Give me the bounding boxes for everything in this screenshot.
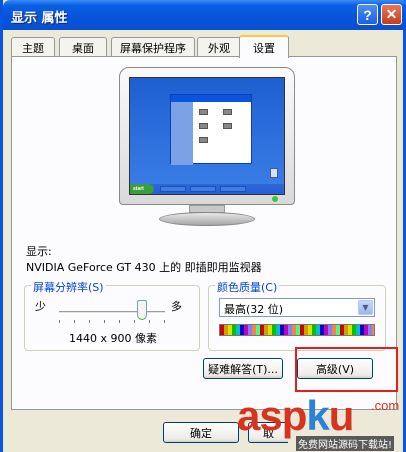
tab-screensaver[interactable]: 屏幕保护程序 xyxy=(111,37,195,57)
preview-start-button: start xyxy=(130,184,154,194)
preview-task xyxy=(220,186,246,192)
preview-window-sidebar xyxy=(171,102,193,165)
slider-tick xyxy=(134,320,135,323)
slider-tick xyxy=(119,320,120,323)
monitor-preview: start xyxy=(119,67,295,227)
tab-settings[interactable]: 设置 xyxy=(239,35,289,58)
preview-taskbar: start xyxy=(130,184,284,194)
power-led-icon xyxy=(272,196,278,202)
drive-icon xyxy=(199,109,208,115)
display-device-name: NVIDIA GeForce GT 430 上的 即插即用监视器 xyxy=(26,261,262,274)
drive-icon xyxy=(199,123,208,129)
troubleshoot-button[interactable]: 疑难解答(T)... xyxy=(203,358,283,379)
resolution-title: 屏幕分辨率(S) xyxy=(31,279,106,295)
ok-button[interactable]: 确定 xyxy=(163,422,239,443)
watermark-asp: asp xyxy=(237,392,307,439)
display-properties-window: 显示 属性 ? ✕ 主题 桌面 屏幕保护程序 外观 设置 start 显示: N… xyxy=(0,0,406,452)
help-button[interactable]: ? xyxy=(357,4,378,25)
recycle-bin-icon xyxy=(270,168,278,178)
title-bar[interactable]: 显示 属性 ? ✕ xyxy=(3,0,406,30)
watermark-subtitle: 免费网站源码下载站! xyxy=(296,436,395,451)
color-quality-select[interactable]: 最高(32 位) ▼ xyxy=(219,298,375,317)
monitor-bezel: start xyxy=(119,67,295,205)
monitor-screen: start xyxy=(129,77,285,195)
close-button[interactable]: ✕ xyxy=(381,4,402,25)
slider-tick xyxy=(59,320,60,323)
slider-less-label: 少 xyxy=(35,300,46,313)
drive-icon xyxy=(223,123,232,129)
chevron-down-icon[interactable]: ▼ xyxy=(358,300,373,315)
tab-desktop[interactable]: 桌面 xyxy=(59,37,107,57)
slider-more-label: 多 xyxy=(171,300,182,313)
preview-task xyxy=(160,186,186,192)
color-quality-value: 最高(32 位) xyxy=(224,303,284,316)
window-title: 显示 属性 xyxy=(11,11,68,26)
resolution-value: 1440 x 900 像素 xyxy=(69,332,157,345)
watermark-com: .com xyxy=(371,398,400,413)
preview-window xyxy=(170,94,252,165)
monitor-base xyxy=(159,212,255,226)
watermark-k: k xyxy=(306,392,329,439)
color-quality-group: 颜色质量(C) 最高(32 位) ▼ xyxy=(208,279,386,351)
slider-tick xyxy=(164,320,165,323)
drive-icon xyxy=(199,137,208,143)
slider-tick xyxy=(149,320,150,323)
resolution-slider-track[interactable] xyxy=(59,311,165,314)
tab-themes[interactable]: 主题 xyxy=(11,37,55,57)
resolution-slider-thumb[interactable] xyxy=(136,300,147,320)
drive-icon xyxy=(223,109,232,115)
slider-ticks xyxy=(59,320,165,323)
watermark-u: u xyxy=(328,392,355,439)
preview-task xyxy=(190,186,216,192)
advanced-highlight-box xyxy=(295,347,398,392)
resolution-group: 屏幕分辨率(S) 少 多 1440 x 900 像素 xyxy=(24,279,200,351)
watermark-logo: aspku xyxy=(237,392,355,440)
display-label: 显示: xyxy=(26,245,52,258)
slider-tick xyxy=(74,320,75,323)
color-palette-preview xyxy=(219,324,375,336)
preview-window-titlebar xyxy=(171,95,251,102)
color-quality-title: 颜色质量(C) xyxy=(215,279,280,295)
slider-tick xyxy=(89,320,90,323)
slider-tick xyxy=(104,320,105,323)
tab-appearance[interactable]: 外观 xyxy=(197,37,241,57)
